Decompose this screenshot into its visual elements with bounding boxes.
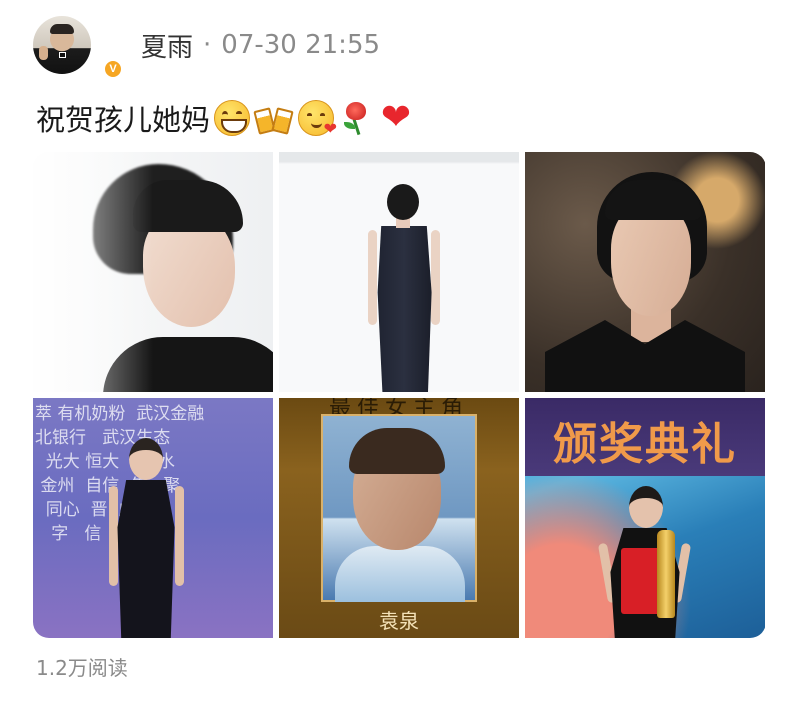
photo-1[interactable] — [33, 152, 273, 392]
grinning-face-icon — [214, 100, 251, 136]
photo-2[interactable] — [279, 152, 519, 392]
photo-4[interactable]: 萃 有机奶粉 武汉金融 北银行 武汉生态 光大 恒大 城 水 金州 自信 年 聚… — [33, 398, 273, 638]
photo-caption: 袁泉 — [379, 609, 419, 633]
yum-face-with-heart-icon: ❤ — [298, 100, 337, 137]
clinking-beer-mugs-icon — [253, 100, 294, 136]
avatar-hair — [50, 24, 74, 34]
verified-badge-icon: V — [103, 59, 123, 79]
meta-separator: · — [203, 30, 212, 60]
post-timestamp[interactable]: 07-30 21:55 — [221, 30, 380, 60]
post-text: 祝贺孩儿她妈 ❤ ❤ — [36, 96, 414, 140]
photo-5[interactable]: 最佳女主角 袁泉 — [279, 398, 519, 638]
rose-icon — [338, 100, 374, 136]
red-heart-icon: ❤ — [380, 97, 412, 138]
photo-6[interactable]: 颁奖典礼 — [525, 398, 765, 638]
read-count: 1.2万阅读 — [36, 656, 128, 680]
post-text-content: 祝贺孩儿她妈 — [36, 103, 211, 137]
avatar-hand — [39, 46, 48, 60]
avatar-bowtie — [59, 52, 66, 58]
post-header: V 夏雨 · 07-30 21:55 — [33, 14, 380, 79]
photo-3[interactable] — [525, 152, 765, 392]
photo-grid: 萃 有机奶粉 武汉金融 北银行 武汉生态 光大 恒大 城 水 金州 自信 年 聚… — [33, 152, 766, 638]
ceremony-banner-text: 颁奖典礼 — [553, 419, 737, 470]
username[interactable]: 夏雨 — [141, 27, 193, 64]
avatar[interactable] — [33, 16, 91, 74]
